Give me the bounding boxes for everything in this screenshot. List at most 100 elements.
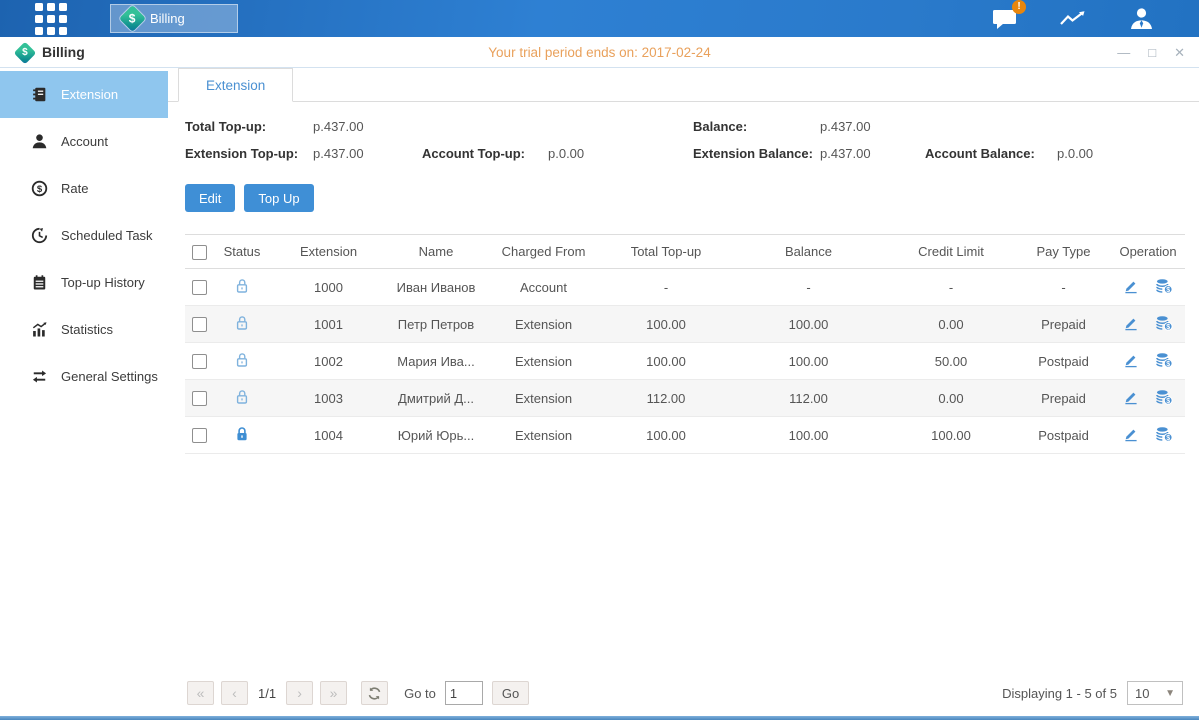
row-checkbox[interactable]: [192, 317, 207, 332]
cell-charged-from: Extension: [486, 306, 601, 343]
last-page-icon[interactable]: »: [320, 681, 347, 705]
column-header-operation[interactable]: Operation: [1111, 235, 1185, 269]
action-buttons: Edit Top Up: [185, 184, 1185, 212]
page-size-select[interactable]: 10 ▼: [1127, 681, 1183, 705]
edit-icon[interactable]: [1123, 426, 1139, 442]
extension-panel: Total Top-up: p.437.00 Balance: p.437.00…: [168, 102, 1199, 716]
previous-page-icon[interactable]: ‹: [221, 681, 248, 705]
topup-icon[interactable]: $: [1155, 389, 1173, 405]
row-select-cell: [185, 306, 213, 343]
messages-icon[interactable]: !: [991, 6, 1019, 32]
cell-total-topup: 100.00: [601, 306, 731, 343]
billing-app-icon: $: [119, 5, 146, 32]
sidebar-item-account[interactable]: Account: [0, 118, 168, 165]
lock-open-icon[interactable]: [234, 278, 250, 294]
column-header-extension[interactable]: Extension: [271, 235, 386, 269]
column-header-pay-type[interactable]: Pay Type: [1016, 235, 1111, 269]
cell-credit-limit: 50.00: [886, 343, 1016, 380]
balance-value: p.437.00: [820, 119, 925, 134]
row-checkbox[interactable]: [192, 428, 207, 443]
refresh-icon[interactable]: [361, 681, 388, 705]
window-title-group: $ Billing: [14, 43, 85, 61]
row-checkbox[interactable]: [192, 354, 207, 369]
goto-page-input[interactable]: [445, 681, 483, 705]
total-topup-value: p.437.00: [313, 119, 422, 134]
extension-balance-label: Extension Balance:: [693, 146, 820, 161]
lock-open-icon[interactable]: [234, 315, 250, 331]
cell-name: Мария Ива...: [386, 343, 486, 380]
maximize-icon[interactable]: □: [1148, 46, 1156, 59]
cell-credit-limit: 100.00: [886, 417, 1016, 454]
sidebar-item-label: Account: [61, 134, 108, 149]
close-icon[interactable]: ✕: [1174, 46, 1185, 59]
row-checkbox[interactable]: [192, 391, 207, 406]
user-account-icon[interactable]: [1127, 6, 1155, 32]
goto-label: Go to: [404, 686, 436, 701]
extension-balance-value: p.437.00: [820, 146, 925, 161]
column-header-charged-from[interactable]: Charged From: [486, 235, 601, 269]
tab-extension[interactable]: Extension: [178, 68, 293, 102]
top-up-button[interactable]: Top Up: [244, 184, 313, 212]
cell-name: Петр Петров: [386, 306, 486, 343]
svg-text:$: $: [1166, 286, 1170, 293]
lock-open-icon[interactable]: [234, 352, 250, 368]
cell-name: Юрий Юрь...: [386, 417, 486, 454]
scheduled-task-icon: [31, 227, 48, 244]
svg-text:$: $: [1166, 323, 1170, 330]
cell-charged-from: Extension: [486, 417, 601, 454]
column-header-name[interactable]: Name: [386, 235, 486, 269]
sidebar-item-rate[interactable]: $Rate: [0, 165, 168, 212]
minimize-icon[interactable]: —: [1117, 46, 1130, 59]
sidebar: Extension Account $RateScheduled Task Top-u…: [0, 68, 168, 716]
edit-icon[interactable]: [1123, 389, 1139, 405]
edit-icon[interactable]: [1123, 315, 1139, 331]
sidebar-item-scheduled-task[interactable]: Scheduled Task: [0, 212, 168, 259]
topup-icon[interactable]: $: [1155, 315, 1173, 331]
cell-operation: $: [1111, 269, 1185, 306]
sidebar-item-top-up-history[interactable]: Top-up History: [0, 259, 168, 306]
sidebar-item-label: Top-up History: [61, 275, 145, 290]
row-checkbox[interactable]: [192, 280, 207, 295]
column-header-credit-limit[interactable]: Credit Limit: [886, 235, 1016, 269]
account-balance-value: p.0.00: [1057, 146, 1185, 161]
lock-open-icon[interactable]: [234, 389, 250, 405]
extension-topup-label: Extension Top-up:: [185, 146, 313, 161]
select-all-checkbox[interactable]: [192, 245, 207, 260]
extensions-table: StatusExtensionNameCharged FromTotal Top…: [185, 234, 1185, 454]
next-page-icon[interactable]: ›: [286, 681, 313, 705]
sidebar-item-extension[interactable]: Extension: [0, 71, 168, 118]
cell-extension: 1002: [271, 343, 386, 380]
operation-icons: $: [1123, 315, 1173, 331]
cell-total-topup: -: [601, 269, 731, 306]
sidebar-item-statistics[interactable]: Statistics: [0, 306, 168, 353]
cell-status: [213, 380, 271, 417]
topup-icon[interactable]: $: [1155, 352, 1173, 368]
go-button[interactable]: Go: [492, 681, 529, 705]
operation-icons: $: [1123, 389, 1173, 405]
topup-icon[interactable]: $: [1155, 426, 1173, 442]
extension-topup-value: p.437.00: [313, 146, 422, 161]
column-header-status[interactable]: Status: [213, 235, 271, 269]
column-header-balance[interactable]: Balance: [731, 235, 886, 269]
first-page-icon[interactable]: «: [187, 681, 214, 705]
cell-extension: 1003: [271, 380, 386, 417]
column-header-total-top-up[interactable]: Total Top-up: [601, 235, 731, 269]
monitor-chart-icon[interactable]: [1059, 6, 1087, 32]
cell-pay-type: Postpaid: [1016, 417, 1111, 454]
svg-text:$: $: [1166, 397, 1170, 404]
lock-closed-icon[interactable]: [234, 426, 250, 442]
cell-pay-type: Postpaid: [1016, 343, 1111, 380]
chevron-down-icon: ▼: [1165, 688, 1175, 699]
sidebar-item-general-settings[interactable]: General Settings: [0, 353, 168, 400]
topup-icon[interactable]: $: [1155, 278, 1173, 294]
cell-charged-from: Extension: [486, 380, 601, 417]
edit-button[interactable]: Edit: [185, 184, 235, 212]
topbar-actions: !: [991, 6, 1155, 32]
edit-icon[interactable]: [1123, 278, 1139, 294]
table-row: 1001Петр ПетровExtension100.00100.000.00…: [185, 306, 1185, 343]
taskbar-tab-billing[interactable]: $ Billing: [110, 4, 238, 33]
sidebar-item-label: Extension: [61, 87, 118, 102]
cell-pay-type: Prepaid: [1016, 380, 1111, 417]
app-launcher-icon[interactable]: [35, 3, 67, 35]
edit-icon[interactable]: [1123, 352, 1139, 368]
